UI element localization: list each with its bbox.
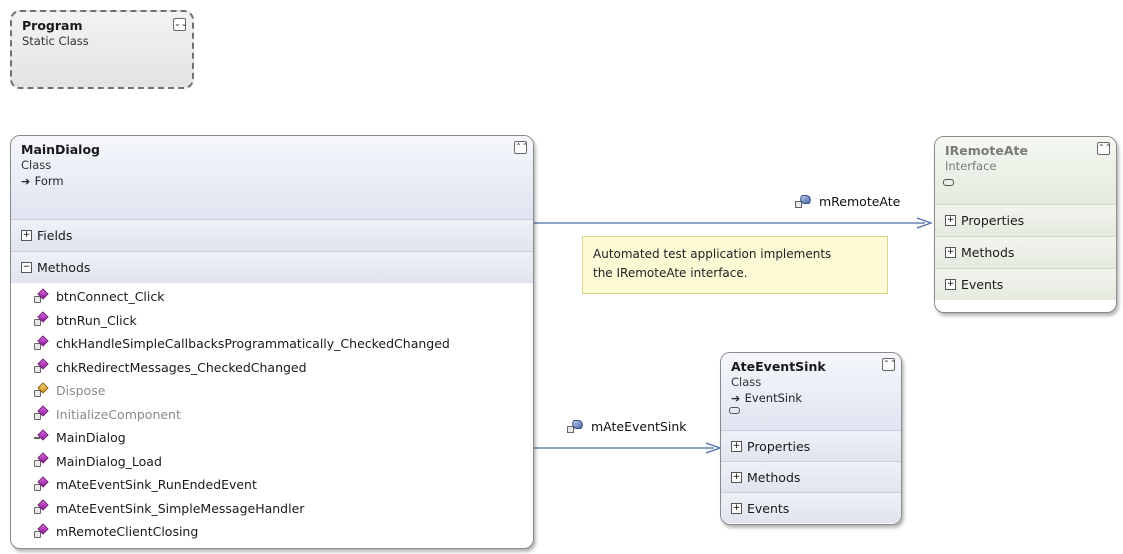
private-method-icon [33, 523, 49, 539]
private-method-icon [33, 476, 49, 492]
interface-lollipop-icon [943, 179, 954, 186]
interface-lollipop-icon [729, 407, 740, 414]
main-dialog-base: ➔ Form [21, 174, 523, 188]
collapse-toggle-icon[interactable]: ⌃⌃ [514, 141, 528, 154]
expand-plus-icon[interactable]: + [945, 247, 956, 258]
method-row[interactable]: InitializeComponent [33, 403, 533, 427]
method-row[interactable]: Dispose [33, 379, 533, 403]
expand-plus-icon[interactable]: + [731, 502, 742, 514]
method-name: btnRun_Click [56, 312, 137, 328]
private-property-icon [566, 419, 584, 434]
comment-note[interactable]: Automated test application implements th… [582, 236, 888, 294]
iremote-properties-label: Properties [961, 213, 1025, 228]
method-row[interactable]: chkRedirectMessages_CheckedChanged [33, 356, 533, 380]
comment-note-line2: the IRemoteAte interface. [593, 266, 748, 280]
sink-methods-section[interactable]: + Methods [721, 461, 901, 492]
expand-plus-icon[interactable]: + [731, 440, 742, 452]
association-remote-ate-text: mRemoteAte [819, 194, 901, 209]
private-method-icon [33, 405, 49, 421]
iremote-ate-kind: Interface [945, 159, 997, 173]
program-shape[interactable]: Program Static Class ⌄⌄ [10, 10, 194, 89]
main-dialog-shape[interactable]: MainDialog Class ➔ Form ⌃⌃ + Fields − Me… [10, 135, 534, 549]
method-name: btnConnect_Click [56, 289, 165, 305]
public-method-icon [33, 429, 49, 445]
program-title: Program [22, 18, 83, 33]
methods-section[interactable]: − Methods [11, 251, 533, 283]
method-row[interactable]: btnConnect_Click [33, 285, 533, 309]
private-method-icon [33, 358, 49, 374]
expand-plus-icon[interactable]: + [731, 471, 742, 483]
iremote-properties-section[interactable]: + Properties [935, 204, 1116, 236]
sink-properties-section[interactable]: + Properties [721, 430, 901, 461]
collapse-toggle-icon[interactable]: ⌃⌃ [1097, 142, 1111, 155]
iremote-methods-label: Methods [961, 245, 1015, 260]
method-row[interactable]: mRemoteClientClosing [33, 520, 533, 544]
protected-method-icon [33, 382, 49, 398]
iremote-methods-section[interactable]: + Methods [935, 236, 1116, 268]
inheritance-arrow-icon: ➔ [21, 175, 31, 188]
method-name: chkRedirectMessages_CheckedChanged [56, 359, 307, 375]
method-name: MainDialog_Load [56, 453, 162, 469]
private-method-icon [33, 335, 49, 351]
comment-note-line1: Automated test application implements [593, 247, 832, 261]
iremote-events-section[interactable]: + Events [935, 268, 1116, 300]
method-row[interactable]: btnRun_Click [33, 309, 533, 333]
sink-events-section[interactable]: + Events [721, 492, 901, 523]
sink-methods-label: Methods [747, 469, 801, 485]
ate-event-sink-header: AteEventSink Class ➔ EventSink ⌃⌃ [721, 353, 901, 430]
method-row[interactable]: MainDialog [33, 426, 533, 450]
association-label-remote-ate[interactable]: mRemoteAte [794, 194, 900, 209]
expand-plus-icon[interactable]: + [21, 230, 32, 241]
iremote-ate-title: IRemoteAte [945, 143, 1028, 158]
method-row[interactable]: MainDialog_Load [33, 450, 533, 474]
main-dialog-base-name: Form [34, 174, 64, 188]
association-ate-event-sink-text: mAteEventSink [591, 419, 687, 434]
private-method-icon [33, 499, 49, 515]
private-method-icon [33, 452, 49, 468]
iremote-ate-shape[interactable]: IRemoteAte Interface ⌃⌃ + Properties + M… [934, 136, 1117, 313]
program-kind: Static Class [22, 34, 89, 48]
expand-plus-icon[interactable]: + [945, 279, 956, 290]
fields-section[interactable]: + Fields [11, 219, 533, 251]
sink-events-label: Events [747, 500, 790, 516]
private-method-icon [33, 311, 49, 327]
method-list: btnConnect_Click btnRun_Click chkHandleSim… [11, 283, 533, 544]
method-name: mAteEventSink_SimpleMessageHandler [56, 500, 305, 516]
methods-section-label: Methods [37, 260, 91, 275]
association-label-ate-event-sink[interactable]: mAteEventSink [566, 419, 686, 434]
main-dialog-header: MainDialog Class ➔ Form ⌃⌃ [11, 136, 533, 219]
expand-toggle-icon[interactable]: ⌄⌄ [173, 18, 187, 31]
collapse-toggle-icon[interactable]: ⌃⌃ [882, 358, 896, 371]
method-name: chkHandleSimpleCallbacksProgrammatically… [56, 336, 450, 352]
ate-event-sink-title: AteEventSink [731, 359, 826, 374]
fields-section-label: Fields [37, 228, 73, 243]
method-name: mAteEventSink_RunEndedEvent [56, 477, 257, 493]
collapse-minus-icon[interactable]: − [21, 262, 32, 273]
sink-properties-label: Properties [747, 438, 811, 454]
method-row[interactable]: mAteEventSink_RunEndedEvent [33, 473, 533, 497]
main-dialog-title: MainDialog [21, 142, 100, 157]
ate-event-sink-kind: Class [731, 375, 762, 389]
method-name: Dispose [56, 383, 106, 399]
method-row[interactable]: chkHandleSimpleCallbacksProgrammatically… [33, 332, 533, 356]
private-property-icon [794, 194, 812, 209]
method-name: mRemoteClientClosing [56, 524, 199, 540]
iremote-ate-header: IRemoteAte Interface ⌃⌃ [935, 137, 1116, 204]
ate-event-sink-shape[interactable]: AteEventSink Class ➔ EventSink ⌃⌃ + Prop… [720, 352, 902, 525]
method-row[interactable]: mAteEventSink_SimpleMessageHandler [33, 497, 533, 521]
private-method-icon [33, 288, 49, 304]
method-name: MainDialog [56, 430, 126, 446]
method-name: InitializeComponent [56, 406, 181, 422]
expand-plus-icon[interactable]: + [945, 215, 956, 226]
ate-event-sink-base-name: EventSink [744, 391, 803, 405]
main-dialog-kind: Class [21, 158, 52, 172]
iremote-events-label: Events [961, 277, 1004, 292]
